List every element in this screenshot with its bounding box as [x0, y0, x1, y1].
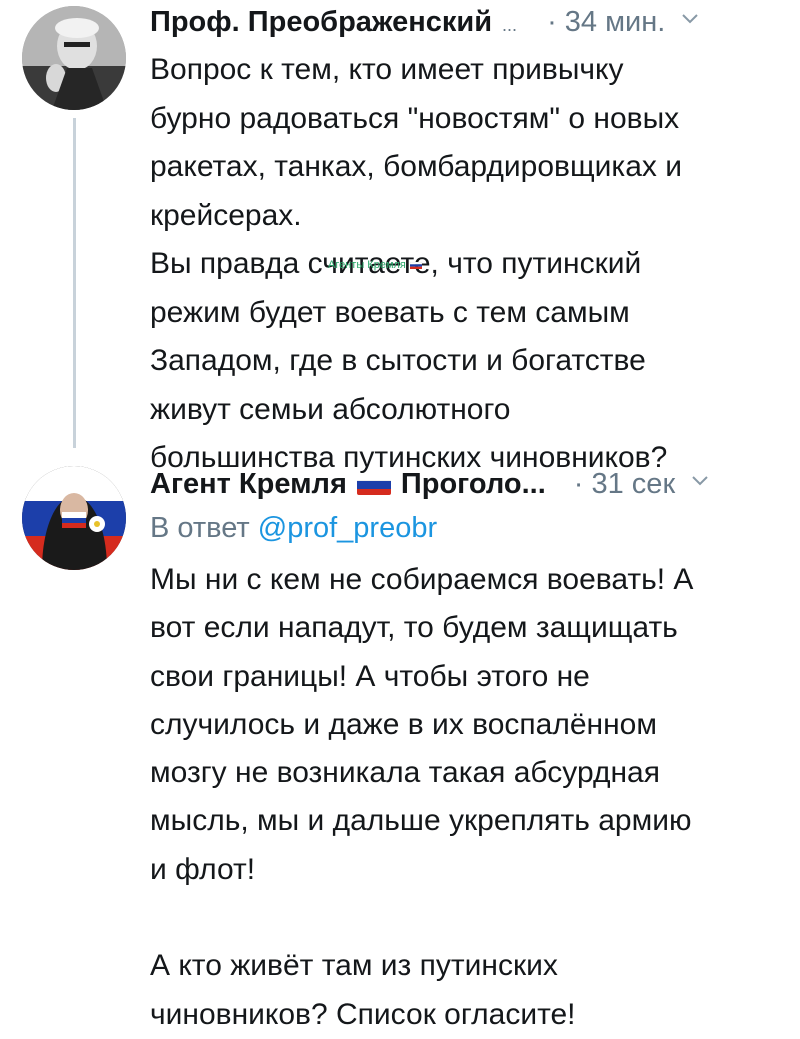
tweet-time[interactable]: · 31 сек — [574, 468, 675, 501]
tweet-time[interactable]: · 34 мин. — [547, 6, 665, 39]
chevron-down-icon[interactable] — [681, 13, 699, 25]
author-ellipsis: ... — [502, 15, 518, 35]
tweet-2-header: Агент Кремля Проголо... · 31 сек — [150, 468, 709, 501]
author-name[interactable]: Проф. Преображенский — [150, 6, 492, 39]
avatar-prof[interactable] — [22, 6, 126, 110]
author-name-suffix[interactable]: Проголо... — [401, 468, 546, 501]
avatar-prof-image — [22, 6, 126, 110]
avatar-agent[interactable] — [22, 466, 126, 570]
tweet-2-text: Мы ни с кем не собираемся воевать! А вот… — [150, 563, 694, 1031]
watermark: Агенты Кремля — [328, 259, 422, 271]
russian-flag-icon — [356, 473, 391, 495]
reply-handle-link[interactable]: @prof_preobr — [258, 512, 437, 544]
watermark-text: Агенты Кремля — [328, 259, 406, 271]
reply-context: В ответ @prof_preobr — [150, 512, 437, 545]
tweet-1-header: Проф. Преображенский ... · 34 мин. — [150, 6, 699, 39]
watermark-flag-icon — [409, 261, 422, 269]
thread-line — [73, 118, 76, 448]
chevron-down-icon[interactable] — [691, 475, 709, 487]
reply-prefix: В ответ — [150, 512, 258, 544]
tweet-1-text: Вопрос к тем, кто имеет привычку бурно р… — [150, 53, 682, 474]
avatar-agent-image — [22, 466, 126, 570]
author-name[interactable]: Агент Кремля — [150, 468, 347, 501]
